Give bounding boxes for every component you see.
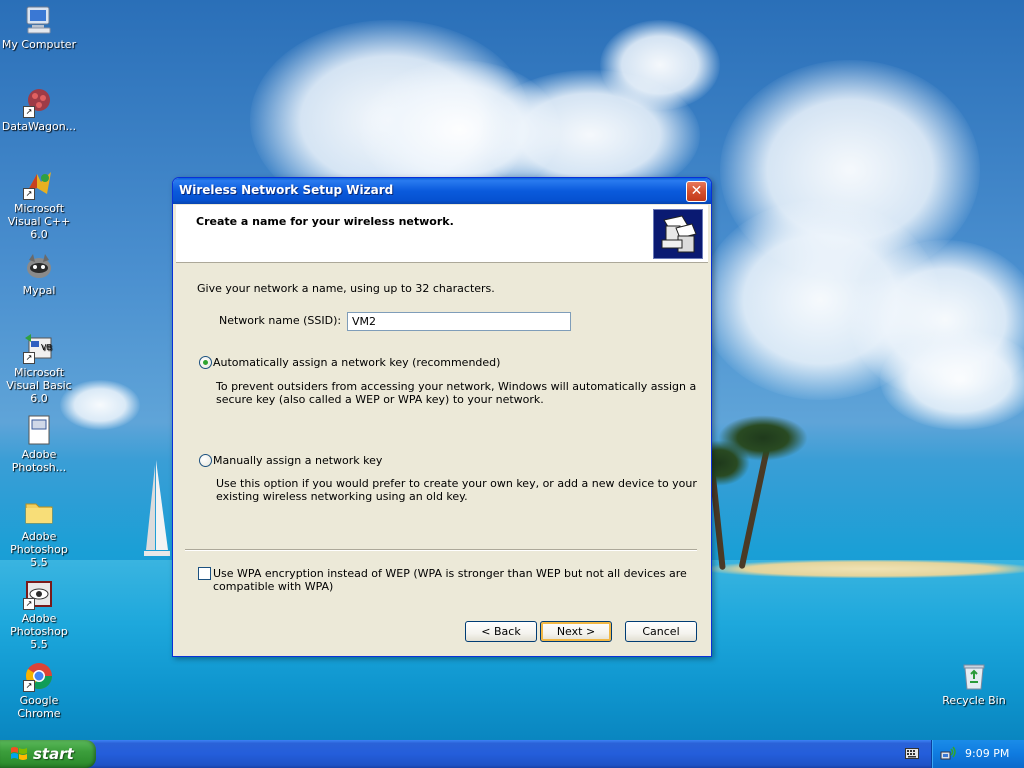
desktop-icon-label: Adobe Photoshop 5.5: [10, 530, 68, 569]
intro-text: Give your network a name, using up to 32…: [197, 282, 495, 295]
desktop-icon-my-computer[interactable]: My Computer: [0, 4, 78, 51]
shortcut-arrow-icon: ↗: [23, 680, 35, 692]
desktop-icon-photoshop-app[interactable]: ↗ Adobe Photoshop 5.5: [0, 578, 78, 651]
wpa-encryption-checkbox[interactable]: [198, 567, 211, 580]
desktop-icon-datawagon[interactable]: ↗ DataWagon...: [0, 86, 78, 133]
cancel-button[interactable]: Cancel: [625, 621, 697, 642]
next-button[interactable]: Next >: [540, 621, 612, 642]
desktop-icon-photoshop-folder[interactable]: Adobe Photoshop 5.5: [0, 496, 78, 569]
visual-basic-icon: VB ↗: [23, 332, 55, 364]
wireless-setup-wizard-dialog: Wireless Network Setup Wizard ✕ Create a…: [172, 177, 712, 657]
recycle-bin-icon: [958, 660, 990, 692]
desktop-icon-label: DataWagon...: [1, 120, 77, 133]
desktop-icon-label: Mypal: [22, 284, 56, 297]
wireless-network-icon: [653, 209, 703, 259]
ssid-input[interactable]: [347, 312, 571, 331]
auto-key-description-line: secure key (also called a WEP or WPA key…: [216, 393, 544, 406]
manual-key-label[interactable]: Manually assign a network key: [213, 454, 382, 467]
windows-logo-icon: [10, 746, 28, 762]
wizard-header: Create a name for your wireless network.: [176, 205, 708, 263]
wpa-encryption-label-line: Use WPA encryption instead of WEP (WPA i…: [213, 567, 687, 580]
radio-selected-dot: [203, 360, 208, 365]
manual-key-description: Use this option if you would prefer to c…: [216, 477, 697, 503]
page-heading: Create a name for your wireless network.: [196, 215, 454, 228]
visual-cpp-icon: ↗: [23, 168, 55, 200]
wpa-encryption-label[interactable]: Use WPA encryption instead of WEP (WPA i…: [213, 567, 687, 593]
dialog-title: Wireless Network Setup Wizard: [179, 183, 394, 197]
desktop-icon-visual-basic[interactable]: VB ↗ Microsoft Visual Basic 6.0: [0, 332, 78, 405]
datawagon-icon: ↗: [23, 86, 55, 118]
desktop-icon-photoshop-file[interactable]: Adobe Photosh...: [0, 414, 78, 474]
keyboard-icon[interactable]: [905, 748, 919, 759]
ssid-label: Network name (SSID):: [219, 314, 342, 327]
chrome-icon: ↗: [23, 660, 55, 692]
divider: [185, 549, 697, 551]
shortcut-arrow-icon: ↗: [23, 188, 35, 200]
folder-icon: [23, 496, 55, 528]
wireless-network-tray-icon[interactable]: [940, 746, 956, 762]
back-button[interactable]: < Back: [465, 621, 537, 642]
close-button[interactable]: ✕: [686, 181, 707, 202]
system-tray: 9:09 PM: [931, 740, 1024, 768]
start-label: start: [33, 745, 74, 763]
shortcut-arrow-icon: ↗: [23, 352, 35, 364]
manual-key-description-line: existing wireless networking using an ol…: [216, 490, 468, 503]
desktop-icon-mypal[interactable]: Mypal: [0, 250, 78, 297]
auto-key-description-line: To prevent outsiders from accessing your…: [216, 380, 697, 393]
mypal-icon: [23, 250, 55, 282]
photoshop-file-icon: [23, 414, 55, 446]
title-bar[interactable]: Wireless Network Setup Wizard ✕: [173, 178, 711, 204]
wpa-encryption-label-line: compatible with WPA): [213, 580, 334, 593]
desktop-icon-label: Adobe Photosh...: [11, 448, 67, 474]
auto-key-label[interactable]: Automatically assign a network key (reco…: [213, 356, 500, 369]
photoshop-eye-icon: ↗: [23, 578, 55, 610]
desktop-icon-label: Recycle Bin: [942, 694, 1006, 707]
manual-key-description-line: Use this option if you would prefer to c…: [216, 477, 697, 490]
desktop-icon-label: My Computer: [1, 38, 77, 51]
desktop-icon-label: Microsoft Visual Basic 6.0: [6, 366, 72, 405]
auto-key-radio[interactable]: [199, 356, 212, 369]
desktop-icon-google-chrome[interactable]: ↗ Google Chrome: [0, 660, 78, 720]
desktop-icon-label: Google Chrome: [17, 694, 61, 720]
desktop-icon-visual-cpp[interactable]: ↗ Microsoft Visual C++ 6.0: [0, 168, 78, 241]
taskbar: start 9:09 PM: [0, 740, 1024, 768]
svg-text:VB: VB: [41, 343, 52, 352]
desktop-icon-label: Adobe Photoshop 5.5: [10, 612, 68, 651]
shortcut-arrow-icon: ↗: [23, 106, 35, 118]
desktop-icon-label: Microsoft Visual C++ 6.0: [7, 202, 71, 241]
manual-key-radio[interactable]: [199, 454, 212, 467]
start-button[interactable]: start: [0, 740, 96, 768]
clock[interactable]: 9:09 PM: [965, 747, 1009, 760]
shortcut-arrow-icon: ↗: [23, 598, 35, 610]
desktop-icon-recycle-bin[interactable]: Recycle Bin: [935, 660, 1013, 707]
auto-key-description: To prevent outsiders from accessing your…: [216, 380, 696, 406]
my-computer-icon: [23, 4, 55, 36]
